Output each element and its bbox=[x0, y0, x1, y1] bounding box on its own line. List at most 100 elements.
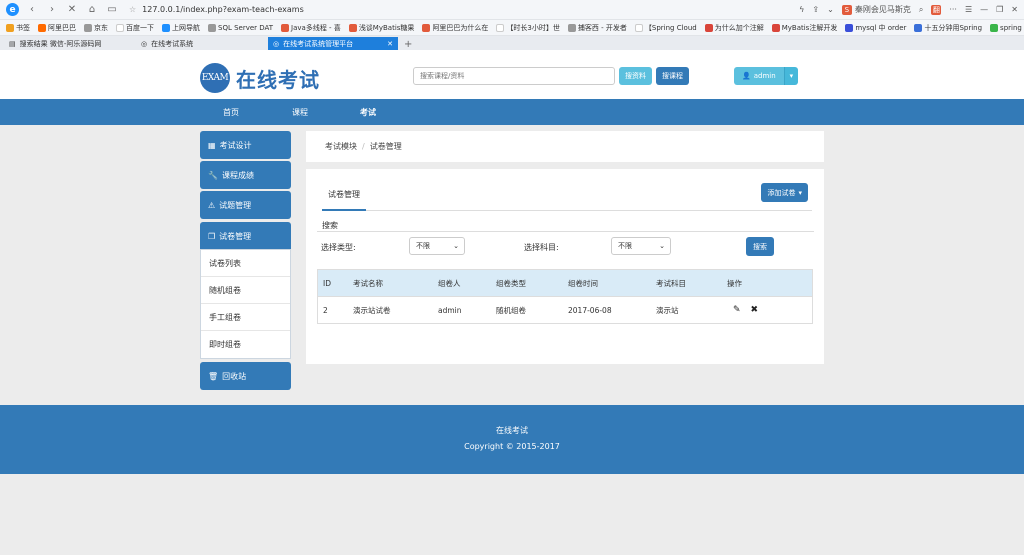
cell-creator: admin bbox=[438, 305, 462, 315]
row-actions: ✎ ✖ bbox=[728, 305, 758, 315]
browser-tabs: ▤ 搜索结果 微信-阿乐源码网 ◎ 在线考试系统 ◎ 在线考试系统管理平台 ✕ + bbox=[0, 36, 1024, 50]
user-caret-button[interactable]: ▾ bbox=[783, 67, 799, 85]
sidebar-item-course-scores[interactable]: 🔧 课程成绩 bbox=[200, 161, 291, 189]
content-panel: 试卷管理 添加试卷 ▾ 搜索 选择类型: 不限 ⌄ 选择科目: 不限 ⌄ 搜索 ID … bbox=[306, 169, 824, 364]
sidebar-sub-manual[interactable]: 手工组卷 bbox=[201, 304, 290, 331]
cell-subject: 演示站 bbox=[656, 305, 679, 315]
back-icon[interactable]: ‹ bbox=[25, 3, 39, 17]
user-button[interactable]: 👤 admin bbox=[734, 67, 784, 85]
bookmark-item[interactable]: 十五分钟用Spring bbox=[914, 23, 982, 33]
bookmark-item[interactable]: Java多线程 - 喜 bbox=[281, 23, 341, 33]
bookmark-item[interactable]: 书签 bbox=[6, 23, 30, 33]
site-search: 搜资料 搜课程 bbox=[413, 67, 689, 85]
bookmark-item[interactable]: spring bbox=[990, 23, 1022, 32]
tab-paper-management[interactable]: 试卷管理 bbox=[322, 179, 366, 211]
sidebar-toggle-icon[interactable]: ▭ bbox=[105, 3, 119, 17]
dropdown-icon[interactable]: ⌄ bbox=[827, 5, 834, 14]
close-window-icon[interactable]: ✕ bbox=[1011, 5, 1018, 14]
edit-icon[interactable]: ✎ bbox=[733, 305, 741, 315]
sidebar-item-papers[interactable]: ❐ 试卷管理 bbox=[200, 222, 291, 250]
bookmark-item[interactable]: 百度一下 bbox=[116, 23, 154, 33]
bookmark-item[interactable]: 为什么加个注解 bbox=[704, 23, 764, 33]
grid-icon: ▦ bbox=[208, 140, 216, 150]
filter-subject-select[interactable]: 不限 ⌄ bbox=[611, 237, 671, 255]
add-paper-button[interactable]: 添加试卷 ▾ bbox=[761, 183, 808, 202]
bookmark-item[interactable]: 【时长3小时】世 bbox=[496, 23, 560, 33]
footer-title: 在线考试 bbox=[496, 426, 528, 435]
filter-type-label: 选择类型: bbox=[321, 243, 356, 252]
bookmark-item[interactable]: mysql 中 order bbox=[845, 23, 906, 33]
breadcrumb: 考试模块 / 试卷管理 bbox=[306, 131, 824, 162]
browser-tab[interactable]: ▤ 搜索结果 微信-阿乐源码网 bbox=[4, 37, 134, 50]
sidebar-submenu: 试卷列表 随机组卷 手工组卷 即时组卷 bbox=[200, 249, 291, 359]
user-menu: 👤 admin ▾ bbox=[734, 67, 799, 85]
minimize-icon[interactable]: — bbox=[980, 5, 988, 14]
tab-icon: ▤ bbox=[9, 39, 16, 48]
browser-tab-active[interactable]: ◎ 在线考试系统管理平台 ✕ bbox=[268, 37, 398, 50]
address-text: 127.0.0.1/index.php?exam-teach-exams bbox=[142, 5, 304, 14]
bookmark-item[interactable]: 阿里巴巴 bbox=[38, 23, 76, 33]
cell-id: 2 bbox=[323, 305, 328, 315]
lightning-icon[interactable]: ϟ bbox=[799, 5, 804, 14]
sidebar-item-trash[interactable]: 🗑 回收站 bbox=[200, 362, 291, 390]
menu-icon[interactable]: ☰ bbox=[965, 5, 972, 14]
nav-course[interactable]: 课程 bbox=[292, 107, 308, 118]
search-filters: 选择类型: 不限 ⌄ 选择科目: 不限 ⌄ 搜索 bbox=[317, 231, 814, 264]
extension-icon[interactable]: 翻 bbox=[931, 4, 942, 15]
content-header: 试卷管理 添加试卷 ▾ bbox=[322, 179, 812, 211]
site-search-input[interactable] bbox=[413, 67, 615, 85]
copy-icon: ❐ bbox=[208, 231, 216, 241]
bookmark-item[interactable]: SQL Server DAT bbox=[208, 23, 273, 32]
browser-toolbar: e ‹ › ✕ ⌂ ▭ ☆ 127.0.0.1/index.php?exam-t… bbox=[0, 0, 1024, 20]
breadcrumb-current: 试卷管理 bbox=[369, 142, 402, 151]
sidebar-sub-paper-list[interactable]: 试卷列表 bbox=[201, 250, 290, 277]
share-icon[interactable]: ⇪ bbox=[812, 5, 819, 14]
col-actions: 操作 bbox=[727, 278, 742, 288]
sidebar-item-questions[interactable]: ⚠ 试题管理 bbox=[200, 191, 291, 219]
site-footer: 在线考试 Copyright © 2015-2017 bbox=[0, 405, 1024, 474]
col-time: 组卷时间 bbox=[568, 278, 598, 288]
bookmark-star-icon[interactable]: ☆ bbox=[129, 5, 136, 14]
search-course-button[interactable]: 搜课程 bbox=[656, 67, 689, 85]
bookmark-item[interactable]: 阿里巴巴为什么在 bbox=[422, 23, 488, 33]
close-tab-icon[interactable]: ✕ bbox=[387, 40, 393, 48]
browser-logo-icon[interactable]: e bbox=[6, 3, 19, 16]
chevron-down-icon: ⌄ bbox=[659, 242, 665, 250]
footer-copyright: Copyright © 2015-2017 bbox=[464, 442, 560, 451]
site-header: EXAM 在线考试 搜资料 搜课程 👤 admin ▾ bbox=[0, 50, 1024, 99]
breadcrumb-module[interactable]: 考试模块 bbox=[325, 141, 357, 152]
more-icon[interactable]: ··· bbox=[949, 5, 957, 14]
bookmark-item[interactable]: 上网导航 bbox=[162, 23, 200, 33]
cell-type: 随机组卷 bbox=[496, 305, 526, 315]
search-icon[interactable]: ⌕ bbox=[919, 5, 923, 15]
warning-icon: ⚠ bbox=[208, 200, 216, 210]
delete-icon[interactable]: ✖ bbox=[751, 305, 759, 315]
search-material-button[interactable]: 搜资料 bbox=[619, 67, 652, 85]
bookmark-item[interactable]: 捕客西 - 开发者 bbox=[567, 23, 627, 33]
bookmark-item[interactable]: MyBatis注解开发 bbox=[771, 23, 837, 33]
main-nav: 首页 课程 考试 bbox=[0, 99, 1024, 125]
forward-icon[interactable]: › bbox=[45, 3, 59, 17]
main-area: ▦ 考试设计 🔧 课程成绩 ⚠ 试题管理 ❐ 试卷管理 试卷列表 随机组卷 手工组卷 即… bbox=[0, 125, 1024, 406]
nav-exam[interactable]: 考试 bbox=[360, 107, 376, 118]
home-icon[interactable]: ⌂ bbox=[85, 3, 99, 17]
bookmark-item[interactable]: 京东 bbox=[84, 23, 108, 33]
trash-icon: 🗑 bbox=[208, 371, 219, 381]
bookmark-item[interactable]: 【Spring Cloud bbox=[634, 23, 697, 33]
brand[interactable]: EXAM 在线考试 bbox=[200, 63, 320, 93]
stop-icon[interactable]: ✕ bbox=[65, 3, 79, 17]
restore-icon[interactable]: ❐ bbox=[996, 5, 1003, 14]
sidebar-item-exam-design[interactable]: ▦ 考试设计 bbox=[200, 131, 291, 159]
sidebar-sub-random[interactable]: 随机组卷 bbox=[201, 277, 290, 304]
address-bar[interactable]: ☆ 127.0.0.1/index.php?exam-teach-exams bbox=[125, 3, 545, 17]
cell-name: 演示站试卷 bbox=[353, 305, 391, 315]
nav-home[interactable]: 首页 bbox=[223, 107, 239, 118]
new-tab-icon[interactable]: + bbox=[400, 39, 416, 50]
col-name: 考试名称 bbox=[353, 278, 383, 288]
browser-tab[interactable]: ◎ 在线考试系统 bbox=[136, 37, 266, 50]
browser-search-hint[interactable]: S 秦刚会见马斯克 bbox=[841, 4, 911, 15]
filter-type-select[interactable]: 不限 ⌄ bbox=[409, 237, 465, 255]
bookmark-item[interactable]: 浅谈MyBatis糖果 bbox=[348, 23, 414, 33]
sidebar-sub-instant[interactable]: 即时组卷 bbox=[201, 331, 290, 358]
search-button[interactable]: 搜索 bbox=[746, 237, 774, 256]
